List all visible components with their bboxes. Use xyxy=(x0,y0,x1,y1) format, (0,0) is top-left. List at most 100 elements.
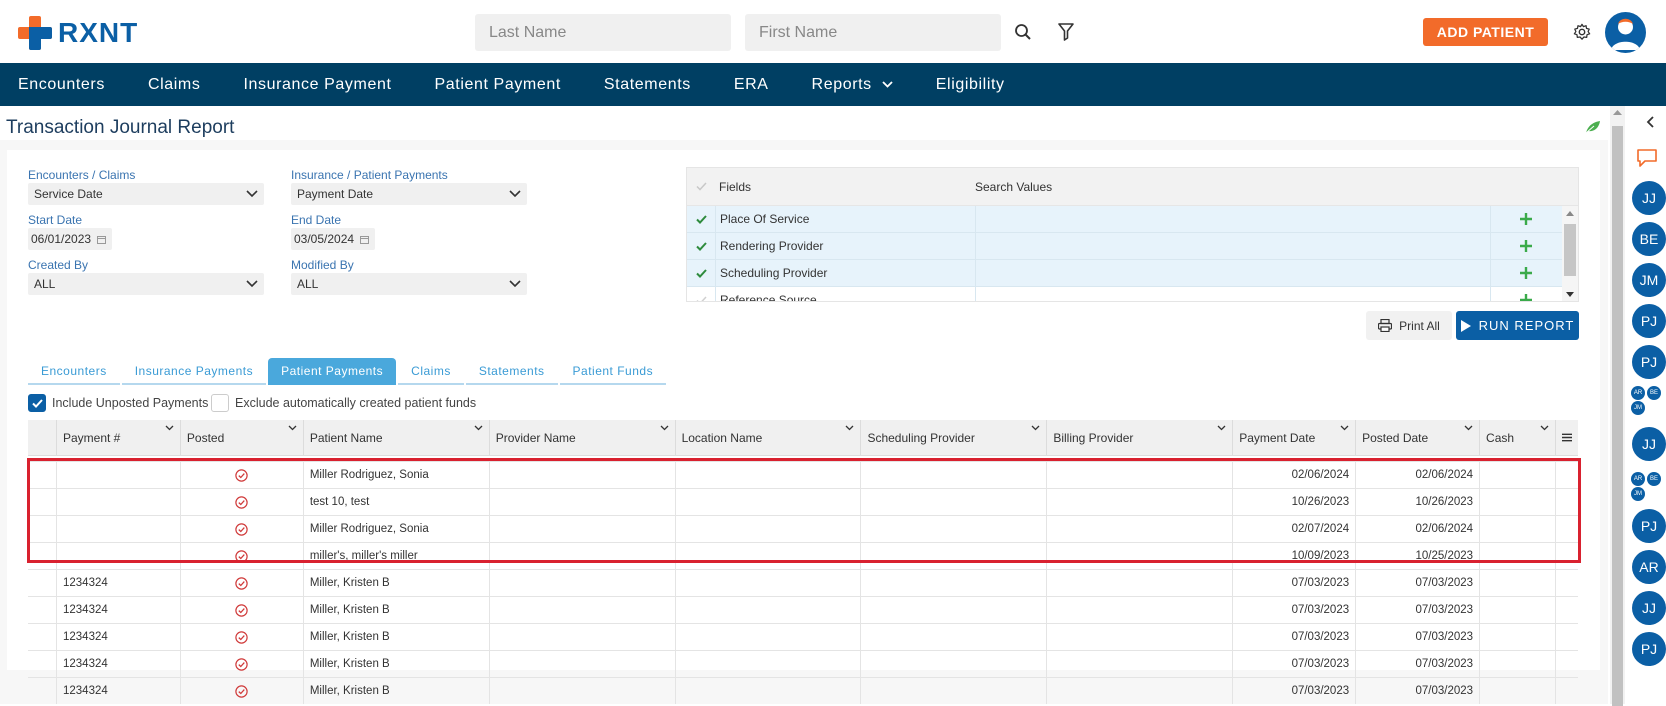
rail-avatar[interactable]: JJ xyxy=(1632,181,1666,215)
tab-claims[interactable]: Claims xyxy=(398,358,464,385)
plus-icon[interactable] xyxy=(1490,233,1560,259)
field-row[interactable]: Reference Source xyxy=(687,287,1578,301)
nav-patient-payment[interactable]: Patient Payment xyxy=(435,76,561,94)
rail-avatar[interactable]: BE xyxy=(1632,222,1666,256)
select-all-check-icon[interactable] xyxy=(687,182,715,191)
field-search-value[interactable] xyxy=(975,287,1490,301)
table-row[interactable]: 1234324 Miller, Kristen B 07/03/2023 07/03/… xyxy=(28,597,1578,624)
chevron-down-icon[interactable] xyxy=(1464,425,1473,431)
rail-avatar[interactable]: PJ xyxy=(1632,632,1666,666)
end-date-input[interactable]: 03/05/2024 xyxy=(291,228,375,250)
tab-patient-funds[interactable]: Patient Funds xyxy=(559,358,667,385)
fields-scroll-thumb[interactable] xyxy=(1564,224,1576,276)
scroll-down-icon[interactable] xyxy=(1566,292,1574,297)
plus-icon[interactable] xyxy=(1490,206,1560,232)
rail-avatar[interactable]: JJ xyxy=(1632,591,1666,625)
leaf-icon[interactable] xyxy=(1585,120,1601,139)
page-scroll-thumb[interactable] xyxy=(1612,126,1623,706)
rail-avatar[interactable]: PJ xyxy=(1632,345,1666,379)
first-name-input[interactable] xyxy=(745,14,1001,51)
calendar-icon[interactable] xyxy=(97,235,107,244)
rail-mini-avatar[interactable]: BE xyxy=(1647,386,1661,400)
include-unposted-checkbox[interactable] xyxy=(28,394,46,412)
chat-icon[interactable] xyxy=(1636,148,1658,168)
rail-mini-avatar[interactable]: JM xyxy=(1631,487,1645,501)
field-row[interactable]: Rendering Provider xyxy=(687,233,1578,260)
chevron-left-icon[interactable] xyxy=(1646,116,1654,128)
calendar-icon[interactable] xyxy=(360,235,370,244)
created-by-select[interactable]: ALL xyxy=(28,273,264,295)
chevron-down-icon[interactable] xyxy=(1340,425,1349,431)
exclude-auto-funds-option[interactable]: Exclude automatically created patient fu… xyxy=(211,394,476,412)
plus-icon[interactable] xyxy=(1490,287,1560,301)
scroll-up-icon[interactable] xyxy=(1566,211,1574,216)
filter-icon[interactable] xyxy=(1056,22,1076,42)
table-row[interactable]: Miller Rodriguez, Sonia 02/06/2024 02/06/2… xyxy=(28,462,1578,489)
nav-eligibility[interactable]: Eligibility xyxy=(936,76,1005,94)
rail-mini-avatar[interactable]: AR xyxy=(1631,386,1645,400)
chevron-down-icon[interactable] xyxy=(288,425,297,431)
rail-avatar[interactable]: JM xyxy=(1632,263,1666,297)
col-cash[interactable]: Cash xyxy=(1480,420,1556,455)
add-patient-button[interactable]: ADD PATIENT xyxy=(1423,18,1548,46)
plus-icon[interactable] xyxy=(1490,260,1560,286)
checkmark-icon[interactable] xyxy=(687,268,715,278)
gear-icon[interactable] xyxy=(1572,22,1592,42)
col-posted[interactable]: Posted xyxy=(181,420,304,455)
chevron-down-icon[interactable] xyxy=(165,425,174,431)
nav-statements[interactable]: Statements xyxy=(604,76,691,94)
table-row[interactable]: 1234324 Miller, Kristen B 07/03/2023 07/03/… xyxy=(28,570,1578,597)
rail-mini-avatar[interactable]: BE xyxy=(1647,472,1661,486)
col-payment-number[interactable]: Payment # xyxy=(57,420,181,455)
rail-mini-avatar[interactable]: AR xyxy=(1631,472,1645,486)
last-name-input[interactable] xyxy=(475,14,731,51)
tab-insurance-payments[interactable]: Insurance Payments xyxy=(121,358,267,385)
nav-reports[interactable]: Reports xyxy=(812,76,893,94)
col-patient-name[interactable]: Patient Name xyxy=(304,420,490,455)
chevron-down-icon[interactable] xyxy=(474,425,483,431)
rail-avatar[interactable]: JJ xyxy=(1632,427,1666,461)
checkmark-icon[interactable] xyxy=(687,214,715,224)
ins-patient-payments-select[interactable]: Payment Date xyxy=(291,183,527,205)
table-row[interactable]: 1234324 Miller, Kristen B 07/03/2023 07/03/… xyxy=(28,651,1578,678)
include-unposted-option[interactable]: Include Unposted Payments xyxy=(28,394,208,412)
col-posted-date[interactable]: Posted Date xyxy=(1356,420,1481,455)
field-search-value[interactable] xyxy=(975,233,1490,259)
nav-era[interactable]: ERA xyxy=(734,76,769,94)
col-location-name[interactable]: Location Name xyxy=(676,420,862,455)
col-billing-provider[interactable]: Billing Provider xyxy=(1047,420,1234,455)
chevron-down-icon[interactable] xyxy=(845,425,854,431)
table-row[interactable]: Miller Rodriguez, Sonia 02/07/2024 02/06/2… xyxy=(28,516,1578,543)
search-icon[interactable] xyxy=(1013,22,1033,42)
checkmark-icon[interactable] xyxy=(687,241,715,251)
chevron-down-icon[interactable] xyxy=(1217,425,1226,431)
col-scheduling-provider[interactable]: Scheduling Provider xyxy=(861,420,1048,455)
nav-insurance-payment[interactable]: Insurance Payment xyxy=(243,76,391,94)
rail-avatar[interactable]: PJ xyxy=(1632,509,1666,543)
col-payment-date[interactable]: Payment Date xyxy=(1233,420,1357,455)
field-row[interactable]: Place Of Service xyxy=(687,206,1578,233)
field-row[interactable]: Scheduling Provider xyxy=(687,260,1578,287)
nav-encounters[interactable]: Encounters xyxy=(18,76,105,94)
table-row[interactable]: 1234324 Miller, Kristen B 07/03/2023 07/03/… xyxy=(28,678,1578,704)
modified-by-select[interactable]: ALL xyxy=(291,273,527,295)
print-all-button[interactable]: Print All xyxy=(1366,311,1452,340)
encounters-claims-select[interactable]: Service Date xyxy=(28,183,264,205)
page-scrollbar[interactable] xyxy=(1610,106,1625,706)
table-row[interactable]: miller's, miller's miller 10/09/2023 10/25… xyxy=(28,543,1578,570)
table-row[interactable]: 1234324 Miller, Kristen B 07/03/2023 07/03/… xyxy=(28,624,1578,651)
tab-encounters[interactable]: Encounters xyxy=(28,358,120,385)
nav-claims[interactable]: Claims xyxy=(148,76,201,94)
chevron-down-icon[interactable] xyxy=(1031,425,1040,431)
table-row[interactable]: test 10, test 10/26/2023 10/26/2023 xyxy=(28,489,1578,516)
fields-scrollbar[interactable] xyxy=(1562,206,1578,301)
user-avatar[interactable] xyxy=(1605,12,1646,53)
column-menu-icon[interactable] xyxy=(1556,420,1578,455)
chevron-down-icon[interactable] xyxy=(1540,425,1549,431)
rail-mini-avatar[interactable]: JM xyxy=(1631,401,1645,415)
checkmark-icon[interactable] xyxy=(687,295,715,301)
field-search-value[interactable] xyxy=(975,206,1490,232)
rxnt-logo[interactable]: RXNT xyxy=(18,16,138,50)
exclude-auto-funds-checkbox[interactable] xyxy=(211,394,229,412)
rail-avatar[interactable]: AR xyxy=(1632,550,1666,584)
